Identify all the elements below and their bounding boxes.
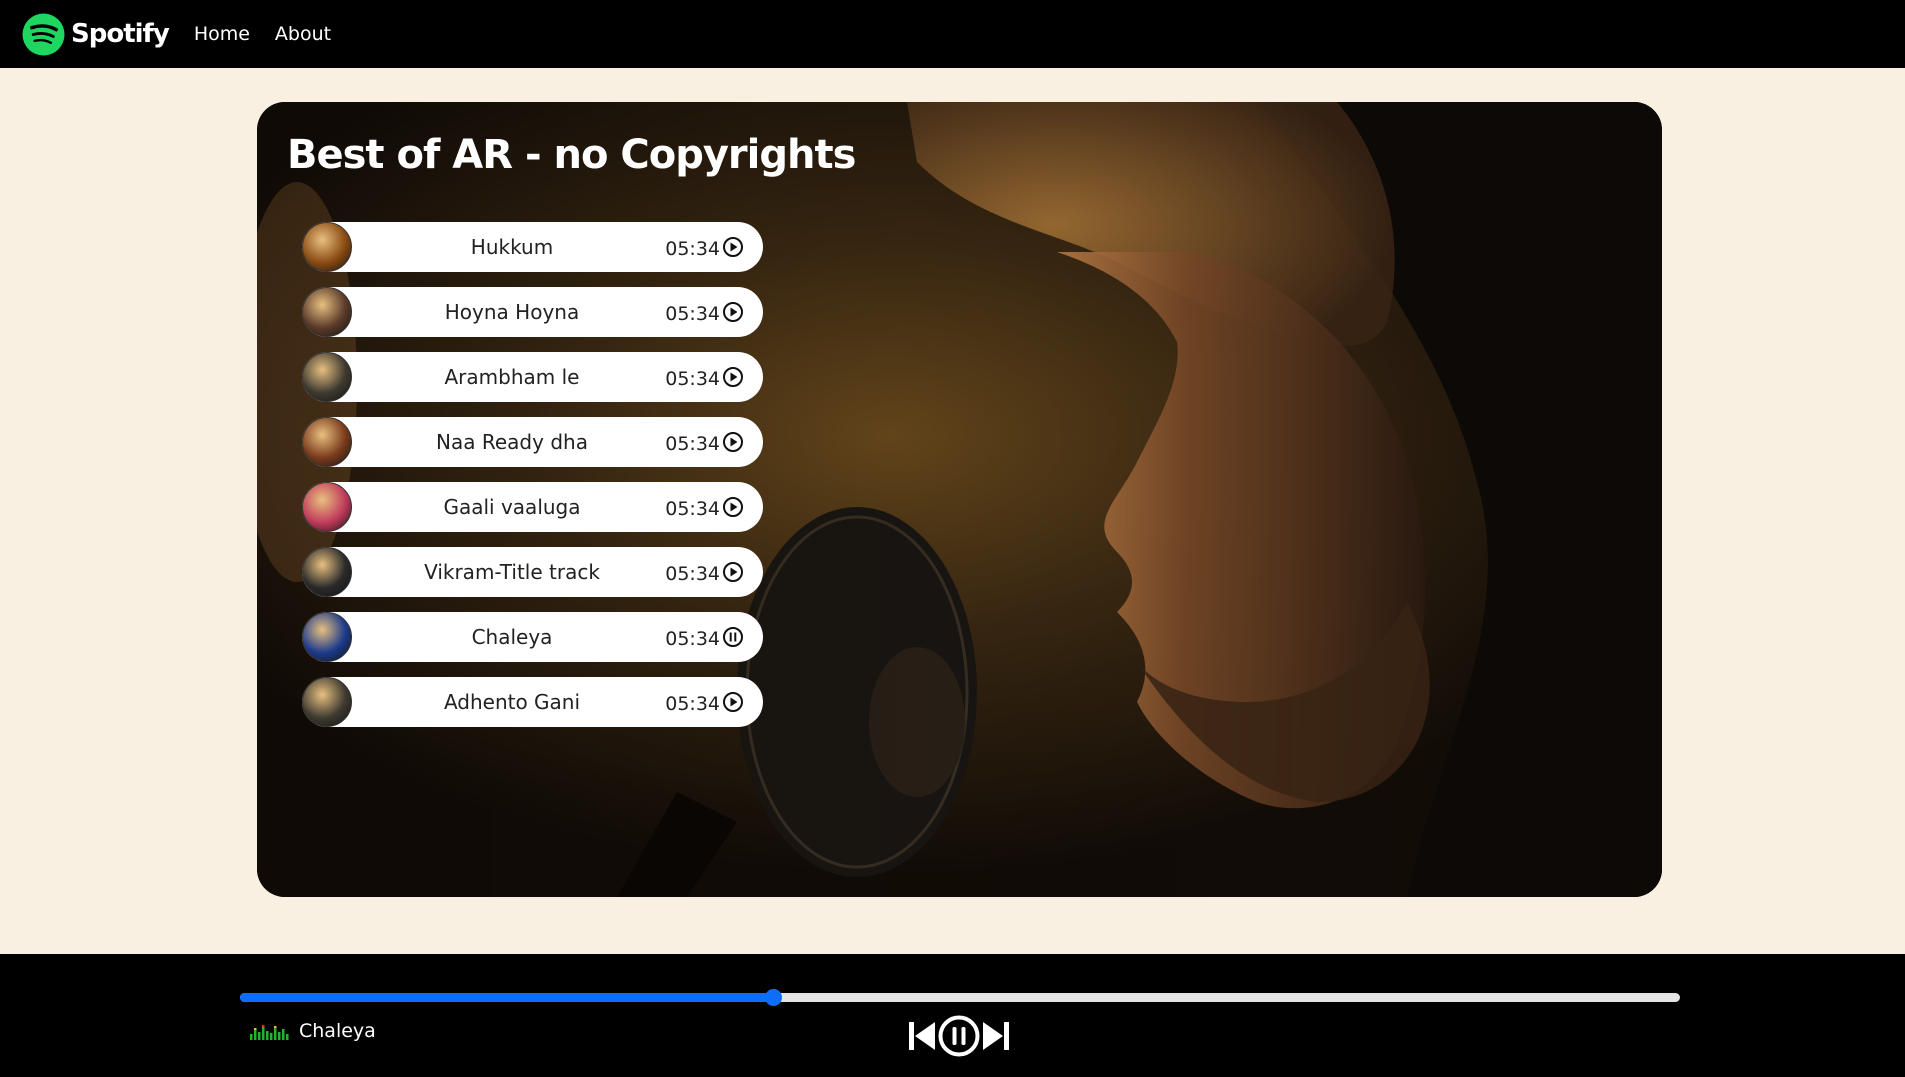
nav-links: Home About: [194, 23, 356, 45]
song-item[interactable]: Hukkum 05:34: [302, 222, 763, 272]
song-list: Hukkum 05:34 Hoyna Hoyna 05:34 Arambham le 05…: [302, 222, 763, 742]
song-duration: 05:34: [665, 563, 720, 585]
progress-slider[interactable]: [240, 989, 1680, 1006]
progress-fill: [240, 993, 773, 1002]
navbar: Spotify Home About: [0, 0, 1905, 68]
spotify-logo-icon: [22, 12, 65, 56]
song-duration: 05:34: [665, 628, 720, 650]
song-cover-image: [302, 482, 352, 532]
play-circle-icon[interactable]: [722, 691, 744, 713]
play-circle-icon[interactable]: [722, 496, 744, 518]
pause-circle-icon[interactable]: [722, 626, 744, 648]
song-duration: 05:34: [665, 303, 720, 325]
song-name: Chaleya: [471, 625, 553, 649]
player-controls: [908, 1015, 1010, 1057]
brand-name: Spotify: [71, 19, 170, 49]
song-duration: 05:34: [665, 238, 720, 260]
nav-link-home[interactable]: Home: [194, 23, 250, 45]
play-circle-icon[interactable]: [722, 431, 744, 453]
song-cover-image: [302, 352, 352, 402]
song-name: Adhento Gani: [443, 690, 581, 714]
brand[interactable]: Spotify: [22, 12, 170, 56]
play-circle-icon[interactable]: [722, 236, 744, 258]
song-name: Naa Ready dha: [436, 430, 588, 454]
song-cover-image: [302, 222, 352, 272]
song-name: Gaali vaaluga: [443, 495, 581, 519]
song-item[interactable]: Hoyna Hoyna 05:34: [302, 287, 763, 337]
song-duration: 05:34: [665, 498, 720, 520]
song-cover-image: [302, 547, 352, 597]
song-name: Hukkum: [470, 235, 554, 259]
song-duration: 05:34: [665, 368, 720, 390]
song-name: Hoyna Hoyna: [444, 300, 580, 324]
song-item[interactable]: Gaali vaaluga 05:34: [302, 482, 763, 532]
song-duration: 05:34: [665, 693, 720, 715]
song-item[interactable]: Naa Ready dha 05:34: [302, 417, 763, 467]
previous-icon[interactable]: [908, 1020, 936, 1052]
playlist-card: Best of AR - no Copyrights Hukkum 05:34 Ho…: [257, 102, 1662, 897]
next-icon[interactable]: [982, 1020, 1010, 1052]
equalizer-icon: [250, 1025, 289, 1040]
song-cover-image: [302, 612, 352, 662]
song-duration: 05:34: [665, 433, 720, 455]
song-cover-image: [302, 417, 352, 467]
progress-thumb[interactable]: [764, 989, 782, 1006]
song-item[interactable]: Vikram-Title track 05:34: [302, 547, 763, 597]
song-cover-image: [302, 677, 352, 727]
song-item[interactable]: Arambham le 05:34: [302, 352, 763, 402]
now-playing-title: Chaleya: [299, 1020, 376, 1042]
play-circle-icon[interactable]: [722, 366, 744, 388]
now-playing: Chaleya: [250, 1020, 376, 1042]
song-name: Vikram-Title track: [424, 560, 600, 584]
nav-link-about[interactable]: About: [275, 23, 331, 45]
song-name: Arambham le: [444, 365, 580, 389]
song-item[interactable]: Adhento Gani 05:34: [302, 677, 763, 727]
pause-circle-icon[interactable]: [938, 1015, 980, 1057]
playlist-title: Best of AR - no Copyrights: [287, 132, 856, 178]
play-circle-icon[interactable]: [722, 561, 744, 583]
song-cover-image: [302, 287, 352, 337]
play-circle-icon[interactable]: [722, 301, 744, 323]
song-item[interactable]: Chaleya 05:34: [302, 612, 763, 662]
